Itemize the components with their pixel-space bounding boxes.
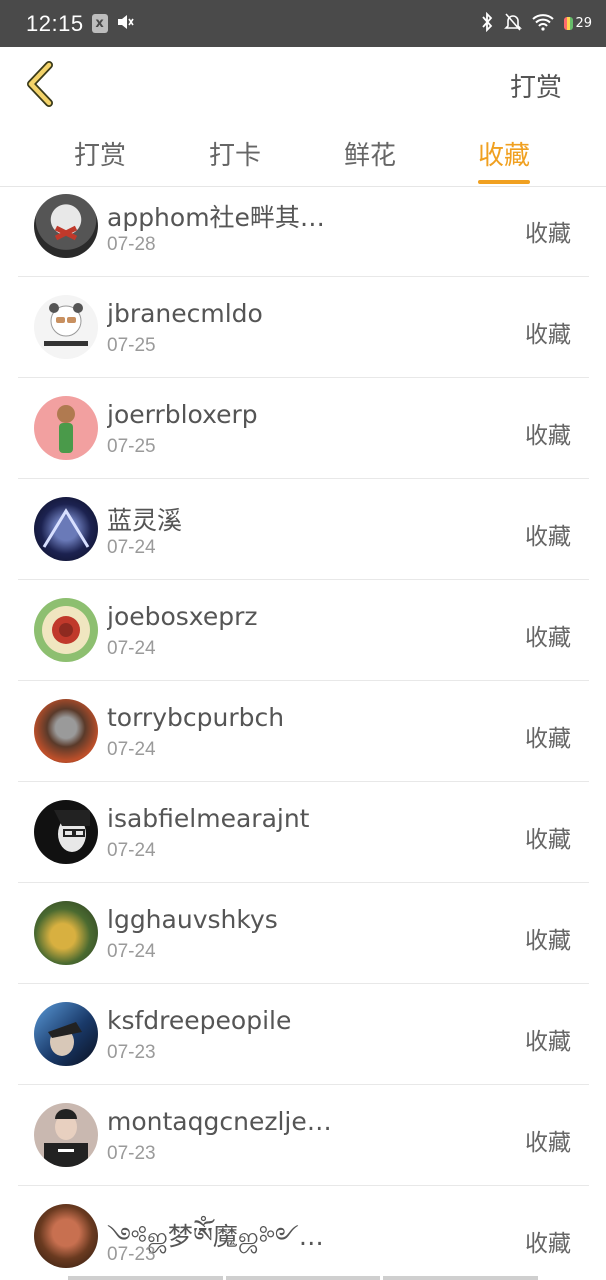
item-date: 07-24 — [107, 840, 156, 861]
item-action-label: 收藏 — [525, 524, 571, 550]
list-item[interactable]: 蓝灵溪 07-24 收藏 — [18, 479, 589, 580]
list-item[interactable]: joebosxeprz 07-24 收藏 — [18, 580, 589, 681]
favorites-list: apphom社e畔其… 07-28 收藏 jbranecmldo 07-25 收… — [18, 188, 589, 1280]
item-action-label: 收藏 — [525, 322, 571, 348]
list-item[interactable]: joerrbloxerp 07-25 收藏 — [18, 378, 589, 479]
battery-icon: 29 — [564, 16, 592, 31]
tab-reward[interactable]: 打赏 — [74, 135, 126, 172]
item-date: 07-25 — [107, 335, 156, 356]
user-name: torrybcpurbch — [107, 703, 285, 732]
item-date: 07-23 — [107, 1042, 156, 1063]
avatar — [34, 800, 98, 864]
avatar — [34, 1204, 98, 1268]
back-button[interactable] — [22, 61, 58, 107]
item-date: 07-24 — [107, 537, 156, 558]
item-action-label: 收藏 — [525, 726, 571, 752]
avatar — [34, 598, 98, 662]
bell-off-icon — [504, 12, 523, 36]
status-bar: 12:15 x 29 — [0, 0, 606, 47]
avatar — [34, 194, 98, 258]
list-item[interactable]: ༺ஜ梦ༀ魔ஜ༻… 07-23 收藏 — [18, 1186, 589, 1280]
item-date: 07-24 — [107, 941, 156, 962]
tab-checkin[interactable]: 打卡 — [209, 135, 261, 172]
list-item[interactable]: jbranecmldo 07-25 收藏 — [18, 277, 589, 378]
wifi-icon — [532, 13, 555, 35]
user-name: jbranecmldo — [107, 299, 263, 328]
list-item[interactable]: ksfdreepeopile 07-23 收藏 — [18, 984, 589, 1085]
user-name: joerrbloxerp — [107, 400, 258, 429]
user-name: 蓝灵溪 — [107, 506, 183, 535]
item-date: 07-24 — [107, 638, 156, 659]
avatar — [34, 295, 98, 359]
active-tab-indicator — [478, 180, 531, 184]
reward-button[interactable]: 打赏 — [510, 67, 562, 104]
notification-icon: x — [91, 14, 108, 33]
bluetooth-icon — [480, 11, 494, 36]
user-name: lgghauvshkys — [107, 905, 278, 934]
user-name: ksfdreepeopile — [107, 1006, 292, 1035]
header: 打赏 — [0, 47, 606, 121]
item-action-label: 收藏 — [525, 928, 571, 954]
item-action-label: 收藏 — [525, 1231, 571, 1257]
tab-bar: 打赏 打卡 鲜花 收藏 — [0, 121, 606, 187]
list-item[interactable]: isabfielmearajnt 07-24 收藏 — [18, 782, 589, 883]
status-time: 12:15 — [26, 10, 84, 36]
list-item[interactable]: montaqgcnezlje… 07-23 收藏 — [18, 1085, 589, 1186]
item-date: 07-28 — [107, 234, 156, 255]
item-date: 07-25 — [107, 436, 156, 457]
item-action-label: 收藏 — [525, 625, 571, 651]
tab-flowers[interactable]: 鲜花 — [344, 135, 396, 172]
list-item[interactable]: apphom社e畔其… 07-28 收藏 — [18, 188, 589, 277]
avatar — [34, 1002, 98, 1066]
list-item[interactable]: lgghauvshkys 07-24 收藏 — [18, 883, 589, 984]
avatar — [34, 497, 98, 561]
bottom-scroll-indicator — [68, 1276, 539, 1280]
tab-favorites-label: 收藏 — [478, 141, 531, 171]
mute-icon — [116, 13, 134, 35]
battery-level: 29 — [575, 16, 592, 31]
chevron-left-icon — [27, 61, 53, 107]
item-action-label: 收藏 — [525, 423, 571, 449]
item-action-label: 收藏 — [525, 221, 571, 247]
user-name: joebosxeprz — [107, 602, 258, 631]
tab-favorites[interactable]: 收藏 — [478, 135, 531, 184]
avatar — [34, 1103, 98, 1167]
avatar — [34, 699, 98, 763]
item-date: 07-23 — [107, 1244, 156, 1265]
avatar — [34, 901, 98, 965]
user-name: isabfielmearajnt — [107, 804, 310, 833]
list-item[interactable]: torrybcpurbch 07-24 收藏 — [18, 681, 589, 782]
user-name: montaqgcnezlje… — [107, 1107, 332, 1136]
item-action-label: 收藏 — [525, 1130, 571, 1156]
item-action-label: 收藏 — [525, 1029, 571, 1055]
avatar — [34, 396, 98, 460]
item-date: 07-24 — [107, 739, 156, 760]
item-date: 07-23 — [107, 1143, 156, 1164]
user-name: apphom社e畔其… — [107, 203, 325, 232]
item-action-label: 收藏 — [525, 827, 571, 853]
